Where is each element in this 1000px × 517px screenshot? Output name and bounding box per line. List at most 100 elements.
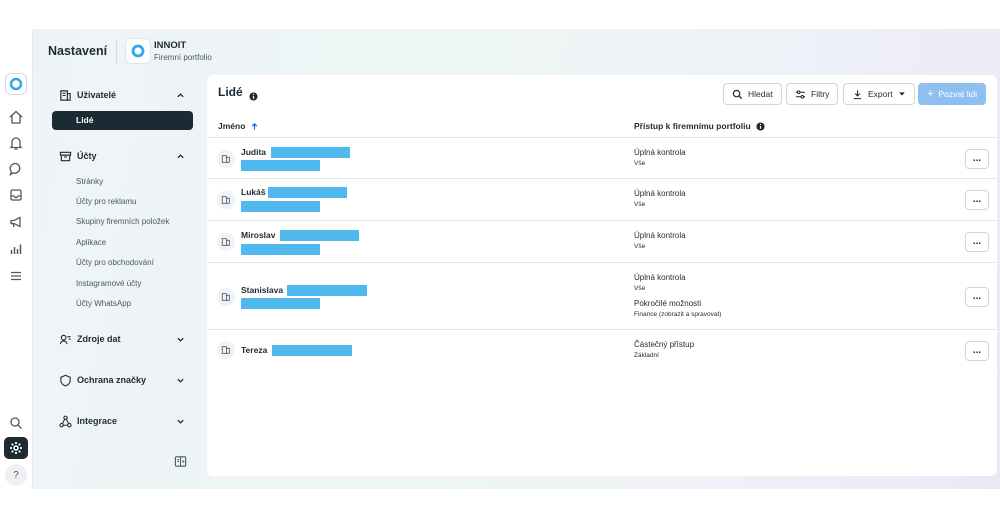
section-integrations[interactable]: Integrace xyxy=(48,411,197,431)
info-icon[interactable] xyxy=(249,88,258,101)
top-bar: Nastavení INNOIT Firemní portfolio xyxy=(33,29,1000,75)
more-options-button[interactable]: ... xyxy=(965,341,989,361)
table-row[interactable]: Tereza Částečný přístup Základní ... xyxy=(207,331,997,371)
search-icon[interactable] xyxy=(6,413,26,433)
table-row[interactable]: Stanislava Úplná kontrola Vše Pokročilé … xyxy=(207,264,997,330)
collapse-sidebar-icon[interactable] xyxy=(174,455,188,469)
sort-ascending-icon[interactable] xyxy=(250,122,259,131)
section-data-sources-label: Zdroje dat xyxy=(77,334,121,344)
business-name: INNOIT xyxy=(154,40,187,51)
access-level: Úplná kontrola xyxy=(634,273,686,282)
redacted-surname xyxy=(280,230,359,241)
more-options-button[interactable]: ... xyxy=(965,287,989,307)
person-name: Lukáš xyxy=(241,187,266,197)
redacted-email xyxy=(241,298,320,309)
more-options-button[interactable]: ... xyxy=(965,232,989,252)
sidebar-item-commerce-accounts[interactable]: Účty pro obchodování xyxy=(76,258,154,267)
section-data-sources[interactable]: Zdroje dat xyxy=(48,329,197,349)
icon-rail: ? xyxy=(0,29,33,489)
filters-button-label: Filtry xyxy=(811,89,830,99)
access-level: Částečný přístup xyxy=(634,340,695,349)
table-header: Jméno Přístup k firemnímu portfoliu xyxy=(207,116,997,138)
access-level: Úplná kontrola xyxy=(634,189,686,198)
plus-icon: + xyxy=(927,88,934,100)
info-icon[interactable] xyxy=(756,121,765,131)
settings-sidebar: Uživatelé Lidé Účty Stránky Účty pro rek… xyxy=(48,75,197,475)
invite-people-button[interactable]: + Pozvat lidi xyxy=(918,83,987,105)
section-users[interactable]: Uživatelé xyxy=(48,85,197,105)
redacted-surname xyxy=(272,345,352,356)
section-brand-safety-label: Ochrana značky xyxy=(77,375,147,385)
chart-icon[interactable] xyxy=(6,239,26,259)
access-level-advanced: Pokročilé možnosti xyxy=(634,299,702,308)
person-name: Tereza xyxy=(241,345,268,355)
chevron-down-icon[interactable] xyxy=(175,334,185,344)
business-type: Firemní portfolio xyxy=(154,53,212,62)
export-button[interactable]: Export xyxy=(843,83,915,105)
person-badge-icon xyxy=(217,191,235,209)
chat-icon[interactable] xyxy=(6,159,26,179)
sidebar-item-pages[interactable]: Stránky xyxy=(76,177,103,186)
app-stage: ? Nastavení INNOIT Firemní portfolio Uži… xyxy=(0,29,1000,489)
chevron-down-icon[interactable] xyxy=(175,416,185,426)
sidebar-item-instagram-accounts[interactable]: Instagramové účty xyxy=(76,279,141,288)
sidebar-item-apps[interactable]: Aplikace xyxy=(76,238,106,247)
redacted-email xyxy=(241,244,320,255)
gear-icon[interactable] xyxy=(4,437,28,459)
person-name: Stanislava xyxy=(241,285,284,295)
download-icon xyxy=(853,89,862,99)
integrations-icon xyxy=(58,414,72,428)
megaphone-icon[interactable] xyxy=(6,212,26,232)
business-logo-icon[interactable] xyxy=(125,38,151,64)
person-name: Judita xyxy=(241,147,267,157)
panel-title: Lidé xyxy=(218,85,243,99)
column-access: Přístup k firemnímu portfoliu xyxy=(634,121,765,131)
search-icon xyxy=(732,89,743,99)
page-title: Nastavení xyxy=(48,44,108,58)
header-divider xyxy=(116,40,117,64)
table-row[interactable]: Judita Úplná kontrola Vše ... xyxy=(207,139,997,179)
menu-icon[interactable] xyxy=(6,266,26,286)
invite-button-label: Pozvat lidi xyxy=(938,89,978,99)
chevron-up-icon[interactable] xyxy=(175,151,185,161)
redacted-email xyxy=(241,201,320,212)
table-row[interactable]: Lukáš Úplná kontrola Vše ... xyxy=(207,180,997,221)
redacted-email xyxy=(241,160,320,171)
table-row[interactable]: Miroslav Úplná kontrola Vše ... xyxy=(207,222,997,263)
access-scope: Základní xyxy=(634,352,659,359)
sidebar-item-people[interactable]: Lidé xyxy=(52,111,193,130)
person-badge-icon xyxy=(217,233,235,251)
data-sources-icon xyxy=(58,332,72,346)
people-panel: Lidé Hledat Filtry Export + Pozvat lidi … xyxy=(207,75,997,476)
shield-icon xyxy=(58,373,72,387)
sidebar-item-ad-accounts[interactable]: Účty pro reklamu xyxy=(76,197,136,206)
export-button-label: Export xyxy=(868,89,893,99)
redacted-surname xyxy=(268,187,347,198)
more-options-button[interactable]: ... xyxy=(965,149,989,169)
sidebar-item-whatsapp-accounts[interactable]: Účty WhatsApp xyxy=(76,299,131,308)
more-options-button[interactable]: ... xyxy=(965,190,989,210)
column-name[interactable]: Jméno xyxy=(218,121,259,131)
section-integrations-label: Integrace xyxy=(77,416,118,426)
bell-icon[interactable] xyxy=(6,133,26,153)
person-badge-icon xyxy=(217,150,235,168)
search-button-label: Hledat xyxy=(748,89,773,99)
person-badge-icon xyxy=(217,288,235,306)
accounts-icon xyxy=(58,149,72,163)
search-button[interactable]: Hledat xyxy=(723,83,782,105)
section-accounts-label: Účty xyxy=(77,151,97,161)
section-brand-safety[interactable]: Ochrana značky xyxy=(48,370,197,390)
person-name: Miroslav xyxy=(241,230,276,240)
section-accounts[interactable]: Účty xyxy=(48,146,197,166)
caret-down-icon xyxy=(898,92,905,96)
filters-button[interactable]: Filtry xyxy=(786,83,839,105)
redacted-surname xyxy=(271,147,350,158)
business-switch-icon[interactable] xyxy=(5,73,27,95)
chevron-down-icon[interactable] xyxy=(175,375,185,385)
inbox-icon[interactable] xyxy=(6,185,26,205)
sidebar-item-asset-groups[interactable]: Skupiny firemních položek xyxy=(76,217,169,226)
home-icon[interactable] xyxy=(6,107,26,127)
chevron-up-icon[interactable] xyxy=(175,90,185,100)
access-scope: Vše xyxy=(634,243,646,250)
help-icon[interactable]: ? xyxy=(5,464,27,486)
